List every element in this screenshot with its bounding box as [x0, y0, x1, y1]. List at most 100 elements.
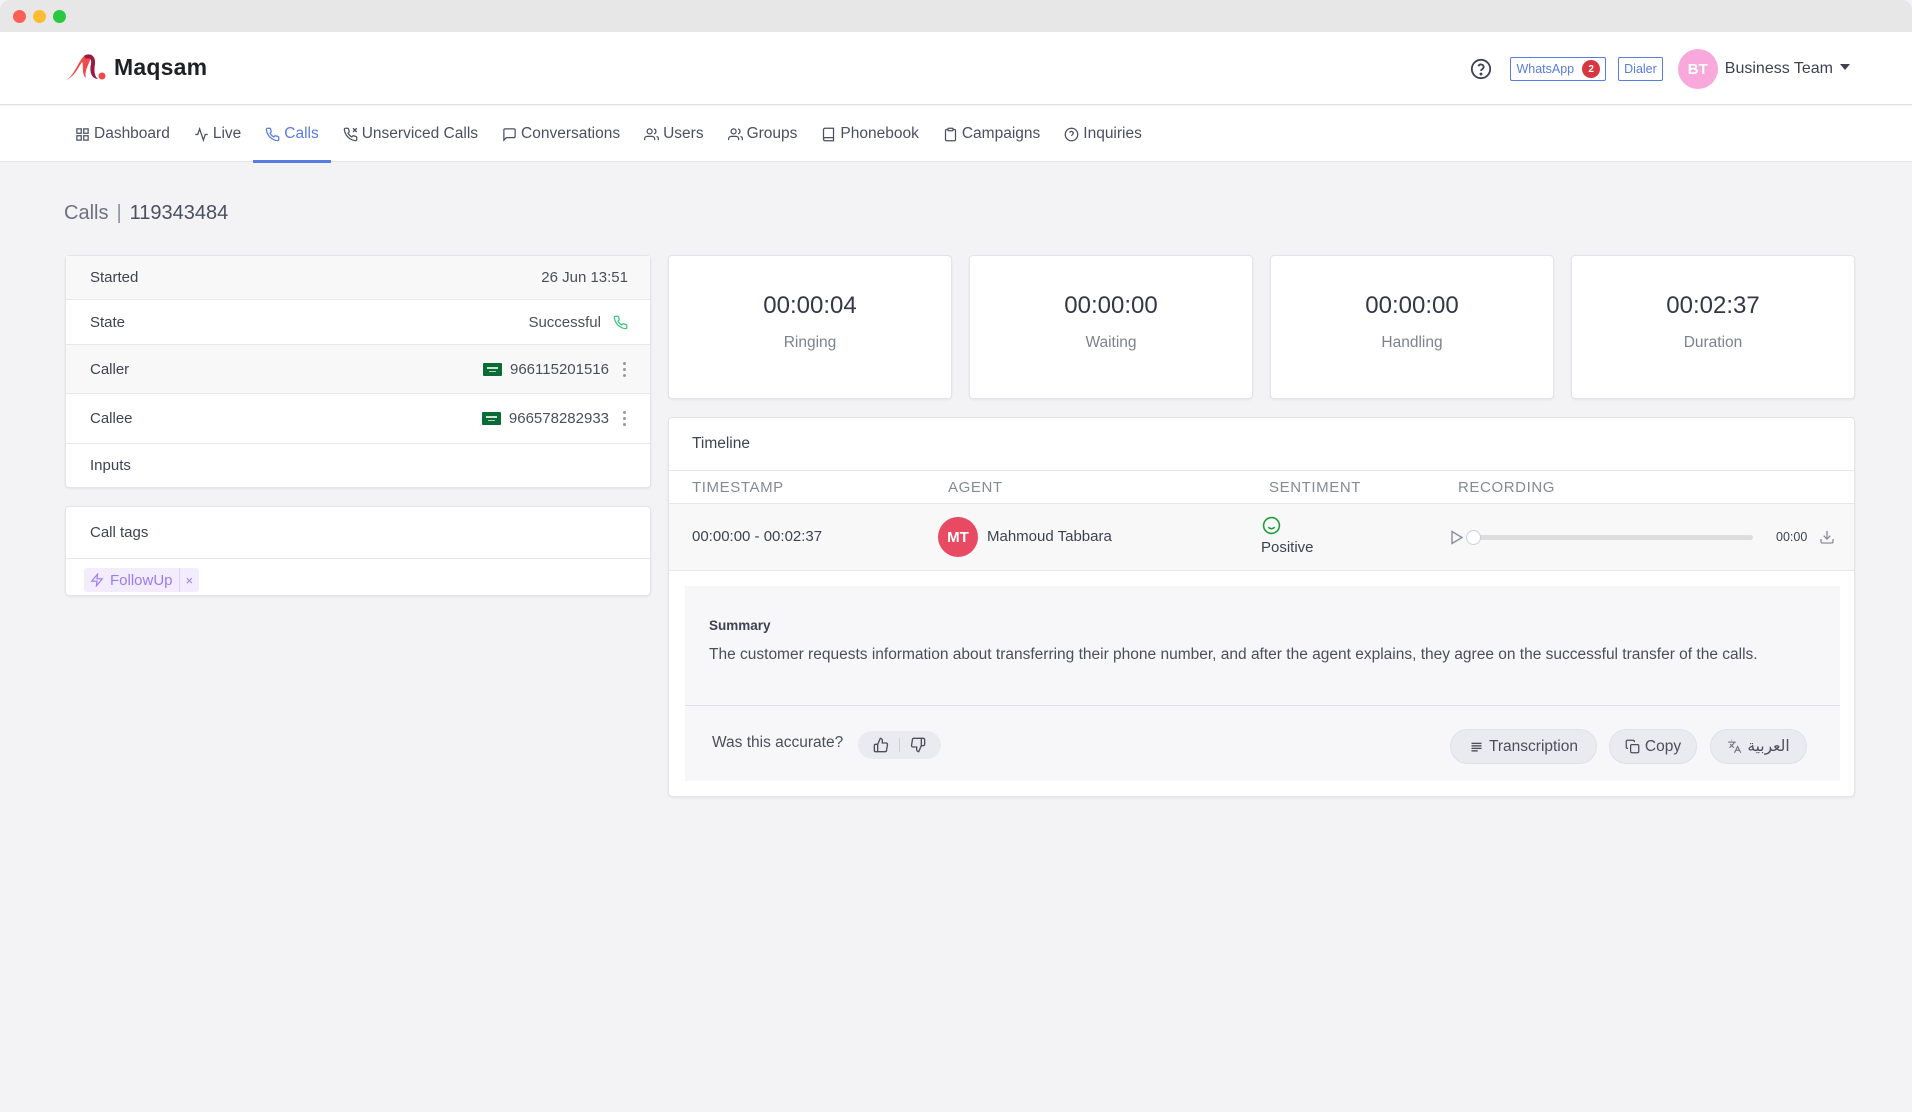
nav-item-phonebook[interactable]: Phonebook — [809, 106, 930, 162]
align-left-icon — [1471, 742, 1482, 752]
thumbs-up-icon[interactable] — [873, 737, 889, 753]
header-actions: WhatsApp 2 Dialer BT Business Team — [1470, 48, 1850, 90]
state-value: Successful — [528, 313, 601, 331]
accuracy-prompt: Was this accurate? — [712, 734, 844, 751]
metric-card-ringing: 00:00:04 Ringing — [668, 255, 952, 399]
details-row-inputs: Inputs — [66, 444, 650, 487]
timeline-timestamp: 00:00:00 - 00:02:37 — [692, 528, 823, 545]
nav-label: Inquiries — [1083, 125, 1142, 142]
app-header: Maqsam WhatsApp 2 Dialer BT Business Tea… — [0, 32, 1912, 105]
nav-item-dashboard[interactable]: Dashboard — [65, 106, 182, 162]
details-label: Started — [90, 269, 139, 286]
transcription-button[interactable]: Transcription — [1450, 729, 1597, 764]
summary-divider — [685, 705, 1840, 706]
clipboard-icon — [944, 127, 956, 141]
nav-item-unserviced-calls[interactable]: Unserviced Calls — [331, 106, 490, 162]
maximize-window-button[interactable] — [53, 10, 66, 23]
translate-icon — [1728, 739, 1742, 754]
recording-progress-handle[interactable] — [1466, 530, 1481, 545]
user-avatar[interactable]: BT — [1677, 49, 1718, 89]
users-icon — [644, 127, 660, 140]
agent-name: Mahmoud Tabbara — [987, 528, 1112, 545]
metric-value: 00:02:37 — [1666, 292, 1760, 319]
nav-label: Conversations — [521, 125, 621, 142]
details-row-caller: Caller 966115201516 — [66, 345, 650, 394]
saudi-arabia-flag-icon — [483, 362, 502, 376]
brand-logo[interactable]: Maqsam — [64, 52, 207, 82]
main-nav: Dashboard Live Calls Unserviced Calls Co… — [0, 106, 1912, 163]
metric-value: 00:00:00 — [1064, 292, 1158, 319]
metric-label: Ringing — [783, 334, 837, 351]
copy-button[interactable]: Copy — [1609, 729, 1697, 764]
help-circle-icon — [1064, 127, 1079, 141]
nav-item-campaigns[interactable]: Campaigns — [931, 106, 1052, 162]
nav-item-calls[interactable]: Calls — [253, 106, 332, 163]
dialer-button[interactable]: Dialer — [1618, 57, 1663, 81]
user-menu-name[interactable]: Business Team — [1725, 60, 1833, 78]
nav-item-live[interactable]: Live — [182, 106, 253, 162]
timeline-row: 00:00:00 - 00:02:37 MT Mahmoud Tabbara P… — [669, 504, 1854, 571]
recording-progress-track[interactable] — [1472, 535, 1753, 540]
timeline-card: Timeline TIMESTAMP AGENT SENTIMENT RECOR… — [668, 417, 1855, 797]
callee-number[interactable]: 966578282933 — [509, 410, 609, 427]
phone-missed-icon — [343, 127, 358, 141]
caller-number[interactable]: 966115201516 — [510, 361, 609, 378]
call-tags-title: Call tags — [66, 507, 650, 559]
transcription-label: Transcription — [1488, 737, 1578, 755]
column-sentiment: SENTIMENT — [1269, 479, 1362, 496]
summary-text: The customer requests information about … — [709, 646, 1758, 663]
details-label: Caller — [90, 360, 130, 378]
play-icon[interactable] — [1450, 530, 1464, 545]
call-tags-card: Call tags FollowUp × — [65, 506, 651, 596]
whatsapp-count-badge: 2 — [1582, 60, 1601, 78]
phone-success-icon — [613, 315, 628, 329]
metric-label: Handling — [1381, 334, 1443, 351]
tag-chip-followup[interactable]: FollowUp × — [84, 568, 200, 592]
breadcrumb-calls[interactable]: Calls — [64, 202, 108, 225]
arabic-label: العربية — [1747, 738, 1790, 755]
caller-more-icon[interactable] — [621, 361, 628, 377]
activity-icon — [195, 126, 208, 142]
tag-label: FollowUp — [110, 571, 173, 589]
minimize-window-button[interactable] — [33, 10, 46, 23]
metric-value: 00:00:04 — [763, 292, 857, 319]
metric-label: Duration — [1683, 334, 1743, 351]
copy-label: Copy — [1644, 737, 1682, 755]
details-label: State — [90, 313, 126, 331]
nav-label: Users — [663, 125, 704, 142]
nav-label: Calls — [284, 125, 319, 142]
caret-down-icon[interactable] — [1840, 64, 1850, 70]
brand-name: Maqsam — [114, 53, 208, 80]
details-label: Callee — [90, 410, 133, 427]
smile-icon — [1262, 516, 1281, 535]
nav-item-users[interactable]: Users — [632, 106, 715, 162]
copy-icon — [1625, 739, 1640, 754]
details-row-started: Started 26 Jun 13:51 — [66, 256, 650, 300]
maqsam-logo-icon — [66, 54, 106, 80]
users-icon — [727, 127, 743, 140]
metric-label: Waiting — [1085, 334, 1137, 351]
window-titlebar — [0, 0, 1912, 32]
nav-label: Campaigns — [961, 125, 1041, 142]
remove-tag-icon[interactable]: × — [178, 568, 200, 592]
download-icon[interactable] — [1819, 529, 1835, 545]
nav-label: Groups — [746, 125, 798, 142]
close-window-button[interactable] — [13, 10, 26, 23]
nav-item-conversations[interactable]: Conversations — [490, 106, 632, 162]
nav-item-inquiries[interactable]: Inquiries — [1052, 106, 1154, 162]
summary-panel: Summary The customer requests informatio… — [685, 586, 1840, 781]
agent-avatar: MT — [938, 517, 978, 557]
help-circle-icon[interactable] — [1470, 58, 1492, 80]
metric-card-waiting: 00:00:00 Waiting — [969, 255, 1253, 399]
message-square-icon — [503, 127, 516, 142]
callee-more-icon[interactable] — [621, 411, 628, 426]
metric-card-handling: 00:00:00 Handling — [1270, 255, 1554, 399]
saudi-arabia-flag-icon — [481, 412, 501, 425]
whatsapp-button[interactable]: WhatsApp 2 — [1510, 57, 1607, 81]
thumbs-down-icon[interactable] — [910, 737, 926, 753]
grid-icon — [76, 127, 89, 141]
translate-arabic-button[interactable]: العربية — [1710, 729, 1807, 764]
nav-label: Live — [212, 125, 242, 142]
details-label: Inputs — [90, 457, 131, 474]
nav-item-groups[interactable]: Groups — [716, 106, 810, 162]
